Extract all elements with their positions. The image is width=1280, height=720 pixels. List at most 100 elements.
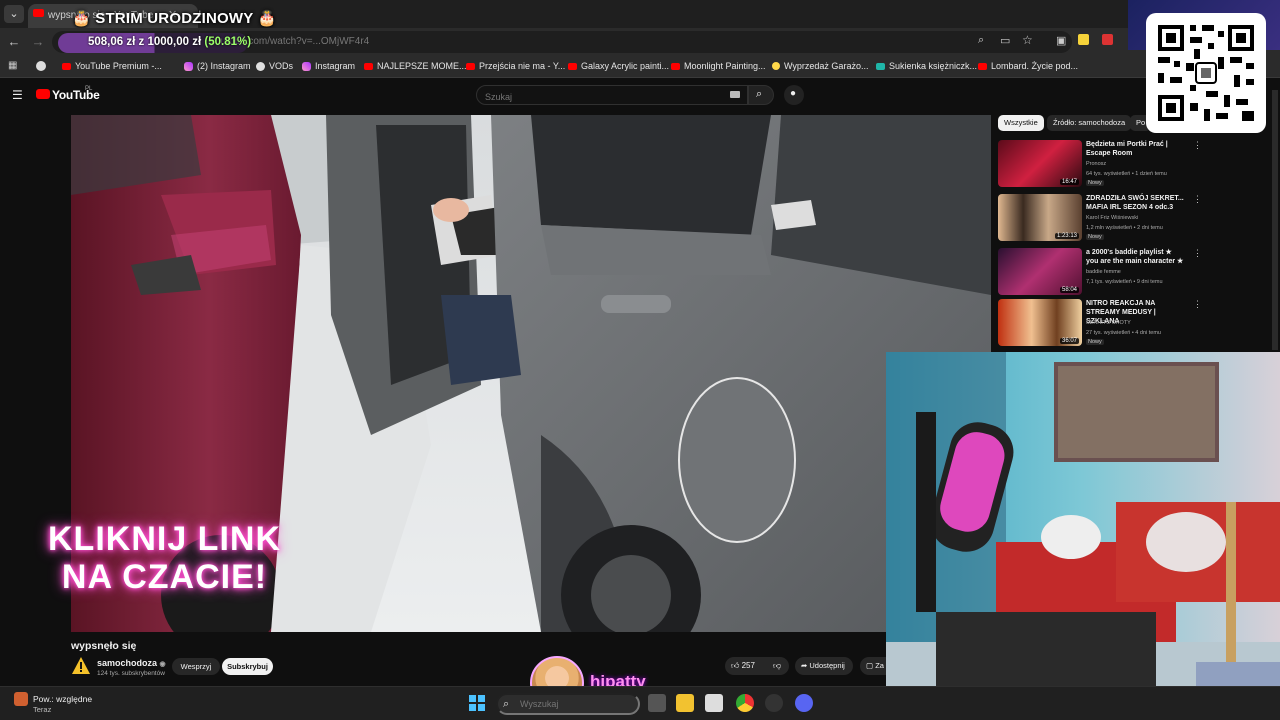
recommendation-item[interactable]: 58:04 a 2000's baddie playlist ★ you are… — [998, 248, 1278, 300]
bookmark-item[interactable]: VODs — [256, 61, 293, 71]
back-icon[interactable]: ← — [6, 34, 22, 49]
more-options-icon[interactable]: ⋮ — [1193, 299, 1202, 310]
youtube-logo-icon[interactable] — [36, 89, 50, 99]
dislike-button[interactable]: 👎︎ — [765, 657, 789, 675]
recommendation-channel[interactable]: baddie femme — [1086, 269, 1121, 275]
recommendation-channel[interactable]: Karol Friz Wiśniewski — [1086, 215, 1138, 221]
chrome-bookmark-icon[interactable] — [36, 61, 46, 71]
bookmark-label: VODs — [269, 61, 294, 71]
youtube-icon — [466, 62, 475, 70]
hamburger-menu-icon[interactable]: ☰ — [12, 88, 23, 102]
bookmark-item[interactable]: (2) Instagram — [184, 61, 251, 71]
recommendation-title[interactable]: Będzieta mi Portki Prać | Escape Room — [1086, 140, 1186, 158]
like-button[interactable]: 👍︎ 257 — [725, 657, 765, 675]
bookmark-item[interactable]: NAJLEPSZE MOME... — [364, 61, 467, 71]
chip-source[interactable]: Źródło: samochodoza — [1047, 115, 1132, 131]
duration-badge: 16:47 — [1059, 179, 1079, 185]
save-label: Za — [875, 661, 884, 670]
bookmark-label: Moonlight Painting... — [684, 61, 766, 71]
new-badge: Nowy — [1086, 234, 1104, 240]
taskbar-search-input[interactable] — [496, 693, 640, 715]
more-options-icon[interactable]: ⋮ — [1193, 140, 1202, 151]
chip-all[interactable]: Wszystkie — [998, 115, 1044, 131]
apps-grid-icon[interactable]: ▦ — [8, 60, 17, 71]
video-thumbnail[interactable]: 16:47 — [998, 140, 1082, 187]
recommendation-item[interactable]: 36:07 NITRO REAKCJA NA STREAMY MEDUSY | … — [998, 299, 1278, 351]
recommendation-meta: 64 tys. wyświetleń • 1 dzień temu — [1086, 171, 1167, 177]
video-thumbnail[interactable]: 1:23:13 — [998, 194, 1082, 241]
qr-code-image — [1158, 25, 1254, 121]
chrome-icon[interactable] — [736, 694, 754, 712]
dot-icon — [772, 62, 780, 70]
recommendation-meta: 7,1 tys. wyświetleń • 9 dni temu — [1086, 279, 1163, 285]
channel-avatar[interactable] — [71, 656, 91, 676]
recommendation-channel[interactable]: Pronosz — [1086, 161, 1106, 167]
store-icon[interactable] — [705, 694, 723, 712]
video-title: wypsnęło się — [71, 640, 137, 652]
region-label: PL — [85, 86, 93, 92]
task-view-icon[interactable] — [648, 694, 666, 712]
bookmark-item[interactable]: Galaxy Acrylic painti... — [568, 61, 669, 71]
search-input[interactable] — [476, 85, 748, 105]
subscribe-button[interactable]: Subskrybuj — [222, 658, 273, 675]
voice-search-button[interactable]: ● — [784, 85, 804, 105]
search-icon: ⌕ — [756, 88, 763, 100]
app-icon[interactable] — [765, 694, 783, 712]
webcam-feed — [886, 352, 1280, 720]
support-button[interactable]: Wesprzyj — [172, 658, 220, 675]
more-options-icon[interactable]: ⋮ — [1193, 248, 1202, 259]
recommendation-channel[interactable]: SERHITO SHOTY — [1086, 320, 1131, 326]
bookmark-item[interactable]: Wyprzedaż Garażo... — [772, 61, 868, 71]
youtube-icon — [671, 62, 680, 70]
search-button[interactable]: ⌕ — [748, 85, 774, 105]
recommendation-item[interactable]: 16:47 Będzieta mi Portki Prać | Escape R… — [998, 140, 1278, 192]
youtube-icon — [364, 62, 373, 70]
recommendation-item[interactable]: 1:23:13 ZDRADZIŁA SWÓJ SEKRET... MAFIA I… — [998, 194, 1278, 246]
bookmark-label: Lombard. Życie pod... — [991, 61, 1079, 71]
save-icon: ▢ — [866, 661, 874, 670]
share-button[interactable]: ➦ Udostępnij — [795, 657, 853, 675]
channel-name[interactable]: samochodoza ◉ — [97, 658, 166, 668]
youtube-favicon-icon — [33, 9, 44, 17]
file-explorer-icon[interactable] — [676, 694, 694, 712]
weather-notification-icon[interactable] — [14, 692, 28, 706]
more-options-icon[interactable]: ⋮ — [1193, 194, 1202, 205]
forward-icon[interactable]: → — [30, 34, 46, 49]
bookmark-item[interactable]: Sukienka księżniczk... — [876, 61, 977, 71]
recommendation-title[interactable]: a 2000's baddie playlist ★ you are the m… — [1086, 248, 1186, 266]
bookmark-item[interactable]: YouTube Premium -... — [62, 61, 162, 71]
page-scrollbar[interactable] — [1272, 90, 1278, 350]
bookmark-item[interactable]: Moonlight Painting... — [671, 61, 766, 71]
extension-icon[interactable]: ▣ — [1056, 34, 1066, 47]
youtube-icon — [568, 62, 577, 70]
caption-line: KLIKNIJ LINK — [48, 520, 281, 558]
extension-red-icon[interactable] — [1102, 34, 1113, 45]
start-button[interactable] — [468, 694, 486, 712]
donation-goal-text: 508,06 zł z 1000,00 zł (50.81%) — [88, 36, 251, 48]
bookmark-item[interactable]: Przejścia nie ma - Y... — [466, 61, 565, 71]
notification-title[interactable]: Pow.: względne — [33, 694, 92, 704]
zoom-icon[interactable]: ⌕ — [978, 34, 984, 47]
notification-time: Teraz — [33, 705, 52, 714]
video-thumbnail[interactable]: 36:07 — [998, 299, 1082, 346]
caption-line: NA CZACIE! — [61, 558, 268, 596]
subscriber-count: 124 tys. subskrybentów — [97, 670, 165, 677]
discord-icon[interactable] — [795, 694, 813, 712]
keyboard-icon[interactable] — [730, 91, 740, 98]
recommendation-title[interactable]: ZDRADZIŁA SWÓJ SEKRET... MAFIA IRL SEZON… — [1086, 194, 1186, 212]
new-badge: Nowy — [1086, 339, 1104, 345]
share-label: Udostępnij — [809, 661, 845, 670]
tab-search-button[interactable]: ⌄ — [4, 5, 24, 23]
bookmark-label: YouTube Premium -... — [75, 61, 162, 71]
bookmark-star-icon[interactable]: ☆ — [1022, 33, 1033, 47]
microphone-icon: ● — [790, 88, 797, 99]
video-thumbnail[interactable]: 58:04 — [998, 248, 1082, 295]
thumbs-up-icon: 👍︎ — [731, 661, 740, 670]
instagram-icon — [184, 61, 193, 71]
bookmark-item[interactable]: Instagram — [302, 61, 355, 71]
bookmark-item[interactable]: Lombard. Życie pod... — [978, 61, 1078, 71]
recommendation-meta: 1,2 mln wyświetleń • 2 dni temu — [1086, 225, 1163, 231]
cast-icon[interactable]: ▭ — [1000, 34, 1010, 47]
extension-yellow-icon[interactable] — [1078, 34, 1089, 45]
stream-title-overlay: 🎂 STRIM URODZINOWY 🎂 — [72, 10, 277, 27]
